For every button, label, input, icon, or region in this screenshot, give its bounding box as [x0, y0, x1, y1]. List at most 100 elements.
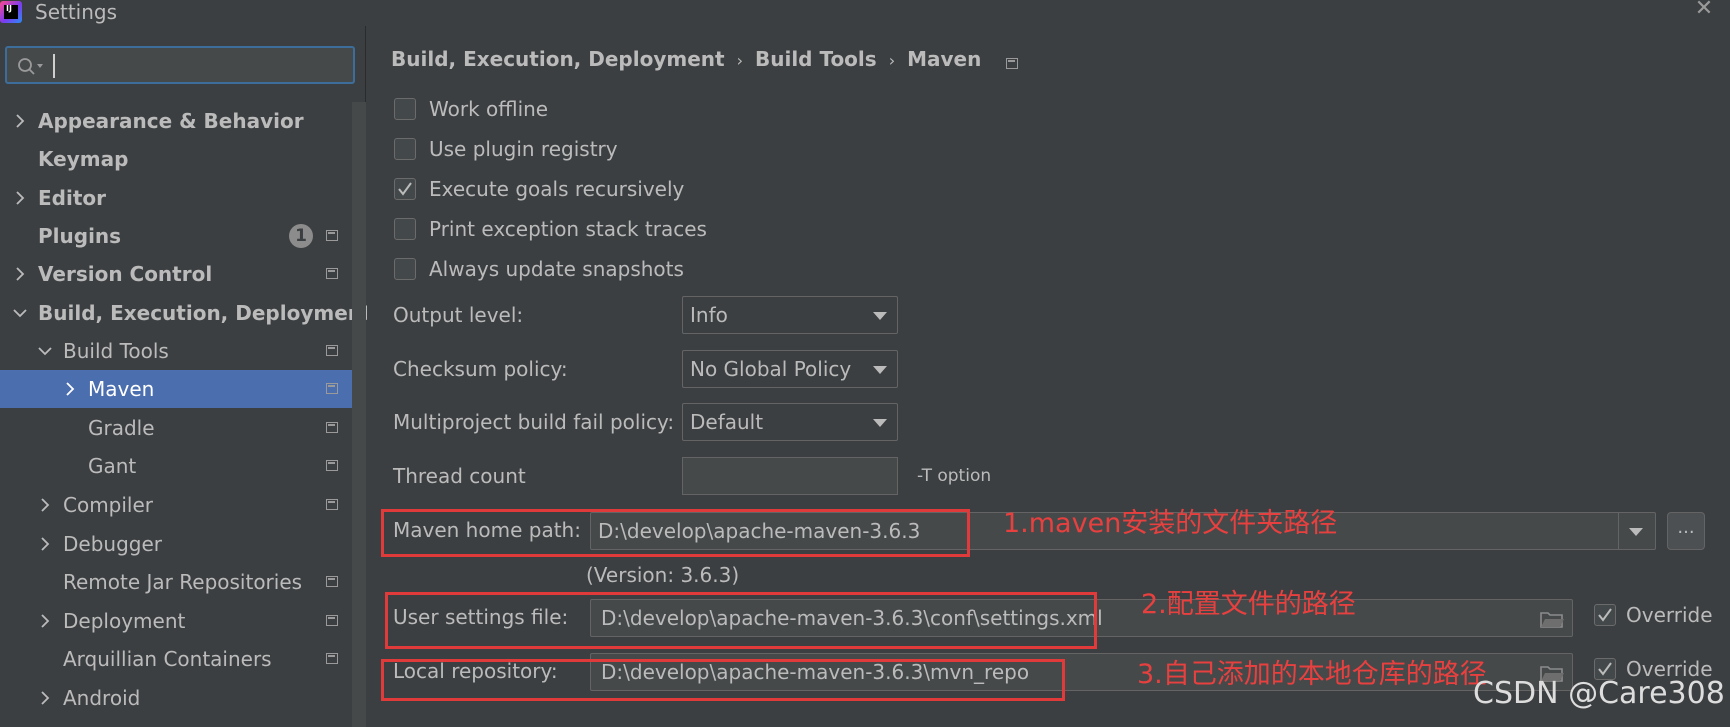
fail-policy-dropdown[interactable]: Default — [682, 403, 898, 441]
checkmark-icon — [398, 182, 412, 196]
text-caret — [53, 54, 55, 78]
project-settings-icon — [326, 653, 338, 664]
breadcrumb-separator: › — [736, 51, 743, 70]
breadcrumb: Build, Execution, Deployment › Build Tools… — [391, 44, 1019, 74]
project-settings-icon — [326, 499, 338, 510]
sidebar-item-label: Arquillian Containers — [63, 647, 272, 671]
thread-count-input[interactable] — [682, 457, 898, 495]
dropdown-value: Default — [690, 410, 764, 434]
sidebar-item-label: Compiler — [63, 493, 154, 517]
thread-count-label: Thread count — [393, 464, 526, 488]
annotation-text-1: 1.maven安装的文件夹路径 — [1003, 508, 1338, 539]
checkbox-label: Work offline — [429, 97, 549, 121]
sidebar-item-gant[interactable]: Gant — [0, 447, 352, 485]
chevron-right-icon — [66, 382, 75, 396]
annotation-box-maven-home — [381, 509, 970, 557]
browse-button[interactable]: ... — [1667, 512, 1705, 550]
chevron-right-icon — [16, 267, 25, 281]
checkbox-label: Use plugin registry — [429, 137, 618, 161]
app-logo-text: IJ — [6, 4, 12, 13]
sidebar-item-label: Build Tools — [63, 339, 169, 363]
folder-icon[interactable] — [1540, 610, 1564, 628]
breadcrumb-item: Build Tools — [754, 47, 877, 71]
sidebar-item-label: Keymap — [38, 147, 129, 171]
project-settings-icon — [326, 345, 338, 356]
checkbox-box[interactable] — [394, 258, 416, 280]
search-icon — [18, 58, 43, 75]
breadcrumb-item: Build, Execution, Deployment — [391, 47, 725, 71]
sidebar-item-compiler[interactable]: Compiler — [0, 486, 352, 524]
dropdown-value: Info — [690, 303, 728, 327]
checkbox-label: Print exception stack traces — [429, 217, 707, 241]
breadcrumb-separator: › — [888, 51, 896, 70]
sidebar-scrollbar[interactable] — [352, 102, 366, 727]
chevron-right-icon — [41, 691, 50, 705]
checkbox-box[interactable] — [394, 98, 416, 120]
project-settings-icon — [326, 615, 338, 626]
dropdown-value: No Global Policy — [690, 357, 852, 381]
search-input[interactable] — [5, 46, 355, 84]
sidebar-item-plugins[interactable]: Plugins 1 — [0, 217, 352, 255]
title-bar: IJ Settings ✕ — [0, 0, 1730, 26]
settings-sidebar: Appearance & Behavior Keymap Editor Plug… — [0, 26, 372, 727]
output-level-dropdown[interactable]: Info — [682, 296, 898, 334]
checkbox-label: Always update snapshots — [429, 257, 684, 281]
sidebar-item-gradle[interactable]: Gradle — [0, 409, 352, 447]
project-settings-icon — [326, 576, 338, 587]
sidebar-item-build-execution-deployment[interactable]: Build, Execution, Deployment — [0, 294, 372, 332]
annotation-text-3: 3.自己添加的本地仓库的路径 — [1137, 659, 1487, 690]
annotation-box-local-repository — [381, 659, 1065, 701]
checksum-policy-label: Checksum policy: — [393, 357, 568, 381]
chevron-right-icon — [41, 498, 50, 512]
watermark: CSDN @Care308 — [1473, 676, 1725, 711]
sidebar-item-debugger[interactable]: Debugger — [0, 525, 352, 563]
dropdown-arrow-icon — [873, 366, 887, 374]
sidebar-item-label: Maven — [88, 377, 155, 401]
checkbox-box[interactable] — [394, 218, 416, 240]
sidebar-item-label: Gant — [88, 454, 137, 478]
sidebar-item-remote-jar-repositories[interactable]: Remote Jar Repositories — [0, 563, 352, 601]
chevron-right-icon — [16, 191, 25, 205]
annotation-text-2: 2.配置文件的路径 — [1141, 589, 1356, 620]
sidebar-item-label: Plugins — [38, 224, 122, 248]
chevron-down-icon — [38, 347, 52, 356]
chevron-right-icon — [41, 537, 50, 551]
checkbox-box[interactable] — [394, 178, 416, 200]
sidebar-item-arquillian-containers[interactable]: Arquillian Containers — [0, 640, 352, 678]
chevron-right-icon — [41, 614, 50, 628]
sidebar-item-android[interactable]: Android — [0, 679, 352, 717]
annotation-box-user-settings — [385, 592, 1097, 649]
project-settings-icon — [326, 460, 338, 471]
sidebar-item-version-control[interactable]: Version Control — [0, 255, 352, 293]
sidebar-item-editor[interactable]: Editor — [0, 179, 352, 217]
sidebar-item-deployment[interactable]: Deployment — [0, 602, 352, 640]
sidebar-item-keymap[interactable]: Keymap — [0, 140, 352, 178]
sidebar-item-label: Debugger — [63, 532, 162, 556]
sidebar-item-label: Editor — [38, 186, 106, 210]
chevron-down-icon — [13, 309, 27, 318]
sidebar-item-label: Version Control — [38, 262, 213, 286]
checkmark-icon — [1598, 608, 1612, 622]
output-level-label: Output level: — [393, 303, 524, 327]
sidebar-item-maven[interactable]: Maven — [0, 370, 366, 408]
project-settings-icon — [326, 422, 338, 433]
sidebar-item-label: Build, Execution, Deployment — [38, 301, 372, 325]
maven-version-label: (Version: 3.6.3) — [586, 563, 740, 587]
sidebar-item-label: Remote Jar Repositories — [63, 570, 303, 594]
fail-policy-label: Multiproject build fail policy: — [393, 410, 675, 434]
dropdown-arrow-icon[interactable] — [1629, 528, 1643, 536]
sidebar-item-appearance-behavior[interactable]: Appearance & Behavior — [0, 102, 352, 140]
sidebar-item-build-tools[interactable]: Build Tools — [0, 332, 352, 370]
checkbox-label: Execute goals recursively — [429, 177, 685, 201]
checkbox-box[interactable] — [394, 138, 416, 160]
project-settings-icon — [1006, 58, 1019, 69]
close-icon[interactable]: ✕ — [1690, 0, 1718, 20]
sidebar-item-label: Gradle — [88, 416, 155, 440]
checkbox-label: Override — [1626, 603, 1713, 627]
breadcrumb-item: Maven — [907, 47, 982, 71]
dropdown-arrow-icon — [873, 312, 887, 320]
checksum-policy-dropdown[interactable]: No Global Policy — [682, 350, 898, 388]
project-settings-icon — [326, 268, 338, 279]
checkbox-box[interactable] — [1594, 604, 1616, 626]
sidebar-item-label: Deployment — [63, 609, 186, 633]
